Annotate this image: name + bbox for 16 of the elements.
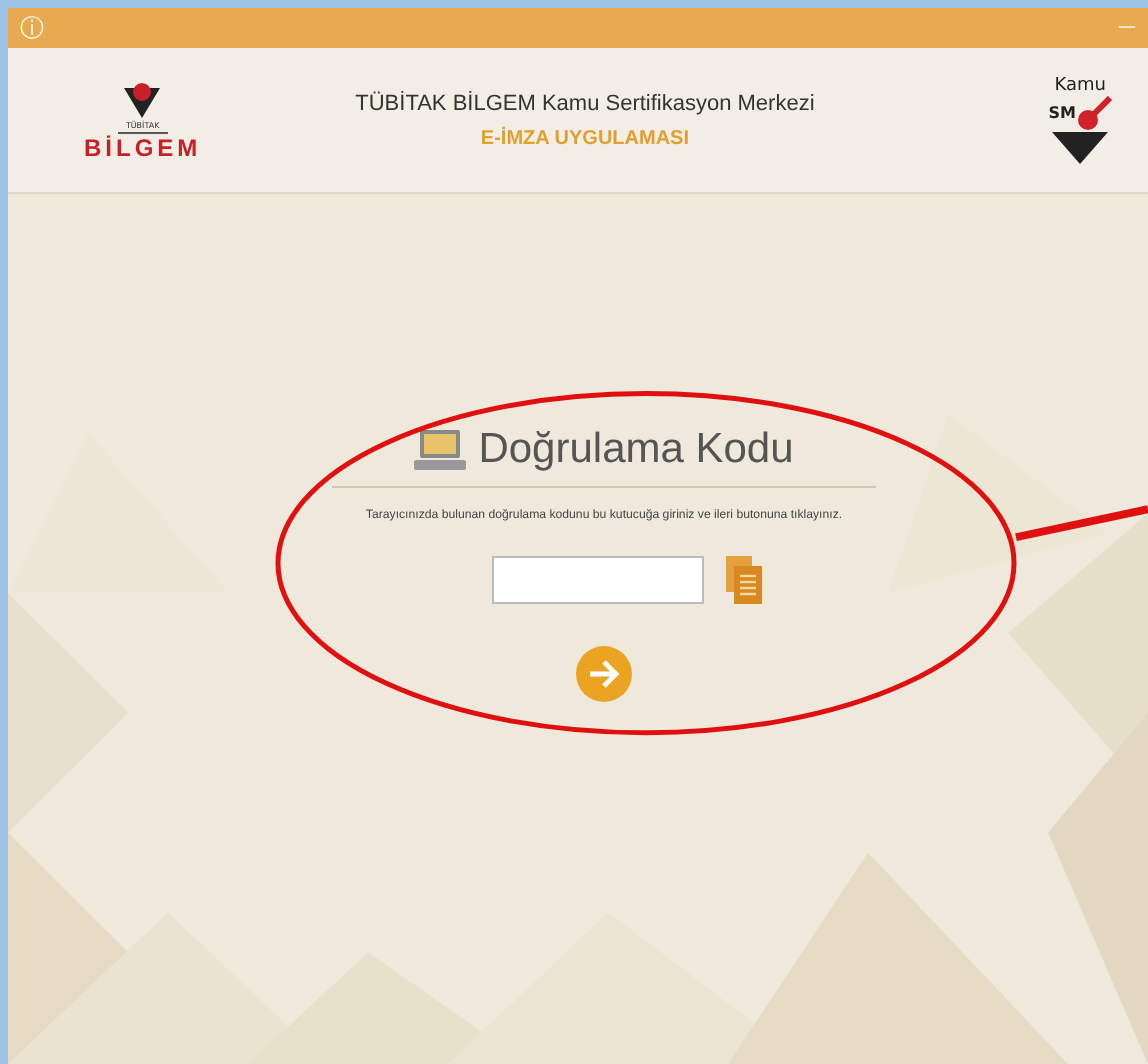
logo-text: Kamu <box>1054 77 1106 95</box>
copy-icon[interactable] <box>724 554 764 606</box>
emblem-icon <box>122 79 163 119</box>
minimize-button[interactable]: — <box>1118 18 1136 38</box>
logo-text: SM <box>1048 104 1076 122</box>
key-icon <box>1075 95 1112 131</box>
arrow-icon <box>588 660 620 688</box>
info-icon[interactable]: ⓘ <box>20 11 44 45</box>
code-input-field[interactable] <box>492 556 704 604</box>
header-subtitle: E-İMZA UYGULAMASI <box>478 127 691 149</box>
section-heading: Doğrulama Kodu <box>478 426 794 474</box>
next-button[interactable] <box>576 646 632 702</box>
header-title: TÜBİTAK BİLGEM Kamu Sertifikasyon Merkezi <box>355 91 815 115</box>
laptop-icon <box>414 428 467 472</box>
triangle-logo-icon <box>1052 131 1109 163</box>
logo-text: BİLGEM <box>84 133 202 161</box>
